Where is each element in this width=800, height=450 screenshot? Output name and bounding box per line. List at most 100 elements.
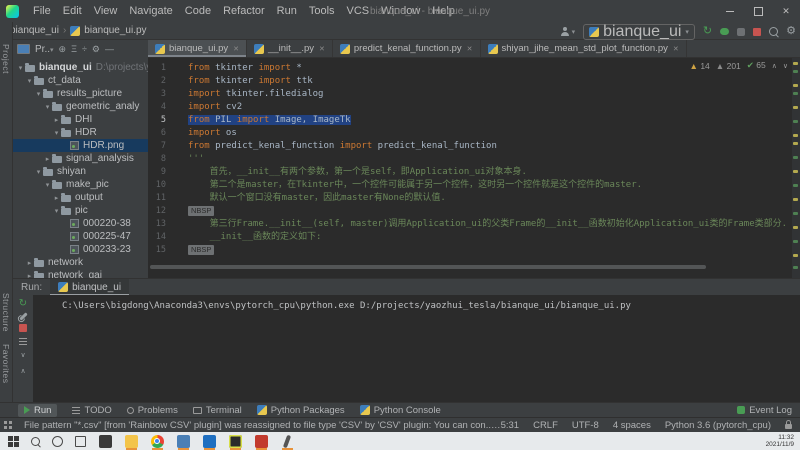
menu-file[interactable]: File [27, 5, 57, 17]
sidebar-tab-structure[interactable]: Structure [1, 293, 11, 332]
pycharm-button[interactable] [228, 432, 242, 450]
scroll-down-icon[interactable]: ∨ [20, 351, 25, 361]
rerun-icon[interactable]: ↻ [19, 299, 27, 309]
caret-position[interactable]: 5:31 [501, 420, 520, 431]
breadcrumb-file[interactable]: bianque_ui.py [84, 25, 146, 36]
chevron-down-icon[interactable]: ▾ [16, 64, 25, 72]
lock-icon[interactable] [785, 424, 792, 429]
outlook-button[interactable] [202, 432, 216, 450]
chevron-right-icon[interactable]: ▸ [52, 116, 61, 124]
line-separator[interactable]: CRLF [533, 420, 558, 431]
tree-item-make-pic[interactable]: ▾make_pic [13, 178, 148, 191]
chevron-down-icon[interactable]: ▾ [43, 103, 52, 111]
toolwindow-problems[interactable]: Problems [127, 405, 178, 416]
code-line-7[interactable]: 7from predict_kenal_function import pred… [148, 140, 800, 153]
run-configuration-select[interactable]: bianque_ui ▾ [583, 24, 695, 40]
menu-navigate[interactable]: Navigate [123, 5, 178, 17]
toolwindow-python-console[interactable]: Python Console [360, 405, 441, 416]
tree-item-hdr-png[interactable]: HDR.png [13, 139, 148, 152]
breadcrumb-project[interactable]: bianque_ui [10, 25, 59, 36]
chevron-down-icon[interactable]: ▾ [34, 168, 43, 176]
event-log-button[interactable]: Event Log [737, 405, 792, 416]
file-explorer-button[interactable] [124, 432, 138, 450]
tree-item-shiyan[interactable]: ▾shiyan [13, 165, 148, 178]
editor-error-stripe[interactable] [792, 58, 800, 278]
minimize-button[interactable] [716, 0, 744, 22]
editor-horizontal-scrollbar[interactable] [150, 265, 706, 269]
code-line-2[interactable]: 2from tkinter import ttk [148, 75, 800, 88]
code-line-3[interactable]: 3import tkinter.filedialog [148, 88, 800, 101]
toolwindow-switcher-icon[interactable] [4, 421, 12, 429]
chevron-right-icon[interactable]: ▸ [52, 194, 61, 202]
tree-item-network[interactable]: ▸network [13, 256, 148, 269]
tab-predict-kenal-function-py[interactable]: predict_kenal_function.py✕ [333, 40, 481, 57]
chevron-down-icon[interactable]: ▾ [25, 77, 34, 85]
tree-item-000225-47[interactable]: 000225-47 [13, 230, 148, 243]
code-line-9[interactable]: 9 首先，__init__有两个参数，第一个是self，即Application… [148, 166, 800, 179]
chevron-down-icon[interactable]: ▾ [34, 90, 43, 98]
status-message[interactable]: File pattern "*.csv" [from 'Rainbow CSV'… [24, 420, 501, 431]
taskbar-search-icon[interactable] [31, 437, 40, 446]
close-button[interactable]: ✕ [772, 0, 800, 22]
close-icon[interactable]: ✕ [233, 45, 239, 53]
chevron-right-icon[interactable]: ▸ [43, 155, 52, 163]
close-icon[interactable]: ✕ [319, 45, 325, 53]
code-line-8[interactable]: 8''' [148, 153, 800, 166]
pen-button[interactable] [280, 432, 294, 450]
tree-item-pic[interactable]: ▾pic [13, 204, 148, 217]
tree-item-network-gai[interactable]: ▸network_gai [13, 269, 148, 278]
menu-refactor[interactable]: Refactor [217, 5, 271, 17]
scroll-up-icon[interactable]: ∧ [20, 367, 25, 377]
tree-item-signal-analysis[interactable]: ▸signal_analysis [13, 152, 148, 165]
tab-shiyan-jihe-mean-std-plot-function-py[interactable]: shiyan_jihe_mean_std_plot_function.py✕ [481, 40, 687, 57]
menu-edit[interactable]: Edit [57, 5, 88, 17]
code-editor[interactable]: 1from tkinter import *2from tkinter impo… [148, 58, 800, 278]
toolwindow-todo[interactable]: TODO [72, 405, 111, 416]
stop-icon[interactable] [753, 28, 761, 36]
toolwindow-python-packages[interactable]: Python Packages [257, 405, 345, 416]
menu-run[interactable]: Run [271, 5, 303, 17]
run-tab[interactable]: bianque_ui [50, 279, 129, 296]
python-interpreter[interactable]: Python 3.6 (pytorch_cpu) [665, 420, 771, 431]
code-line-12[interactable]: 12NBSP [148, 205, 800, 218]
menu-view[interactable]: View [88, 5, 124, 17]
collapse-all-icon[interactable]: Ξ [71, 44, 77, 54]
sidebar-tab-favorites[interactable]: Favorites [1, 344, 11, 383]
chevron-down-icon[interactable]: ▾ [52, 129, 61, 137]
menu-vcs[interactable]: VCS [341, 5, 376, 17]
indent-style[interactable]: 4 spaces [613, 420, 651, 431]
code-line-4[interactable]: 4import cv2 [148, 101, 800, 114]
tree-item-hdr[interactable]: ▾HDR [13, 126, 148, 139]
tree-item-ct-data[interactable]: ▾ct_data [13, 74, 148, 87]
tree-item-output[interactable]: ▸output [13, 191, 148, 204]
maximize-button[interactable] [744, 0, 772, 22]
locate-file-icon[interactable]: ⊕ [59, 44, 67, 55]
menu-window[interactable]: Window [375, 5, 426, 17]
coverage-icon[interactable] [737, 28, 745, 36]
expand-settings-icon[interactable]: ÷ [82, 44, 87, 54]
code-line-13[interactable]: 13 第三行Frame.__init__(self, master)调用Appl… [148, 218, 800, 231]
start-button-icon[interactable] [8, 436, 19, 447]
chrome-button[interactable] [150, 432, 164, 450]
menu-tools[interactable]: Tools [303, 5, 341, 17]
tree-item-000220-38[interactable]: 000220-38 [13, 217, 148, 230]
code-line-11[interactable]: 11 默认一个窗口没有master，因此master有None的默认值. [148, 192, 800, 205]
hide-panel-icon[interactable]: — [105, 44, 114, 54]
code-line-6[interactable]: 6import os [148, 127, 800, 140]
tab--init-py[interactable]: __init__.py✕ [247, 40, 333, 57]
menu-help[interactable]: Help [426, 5, 461, 17]
sidebar-tab-project[interactable]: Project [1, 44, 11, 74]
taskbar-clock[interactable]: 11:32 2021/11/9 [766, 434, 794, 449]
calculator-button[interactable] [176, 432, 190, 450]
file-encoding[interactable]: UTF-8 [572, 420, 599, 431]
project-view-select[interactable]: Pr..▾ [35, 44, 54, 55]
inspections-widget[interactable]: ▲ 14 ▲ 201 ✔ 65 ∧ ∨ [690, 60, 788, 71]
code-line-5[interactable]: 5from PIL import Image, ImageTk [148, 114, 800, 127]
console-list-icon[interactable] [19, 338, 27, 345]
chevron-down-icon[interactable]: ▾ [43, 181, 52, 189]
run-console[interactable]: C:\Users\bigdong\Anaconda3\envs\pytorch_… [33, 295, 800, 402]
chevron-right-icon[interactable]: ▸ [25, 259, 34, 267]
code-line-14[interactable]: 14 __init__函数的定义如下: [148, 231, 800, 244]
next-problem-icon[interactable]: ∨ [783, 62, 788, 70]
code-line-15[interactable]: 15NBSP [148, 244, 800, 257]
